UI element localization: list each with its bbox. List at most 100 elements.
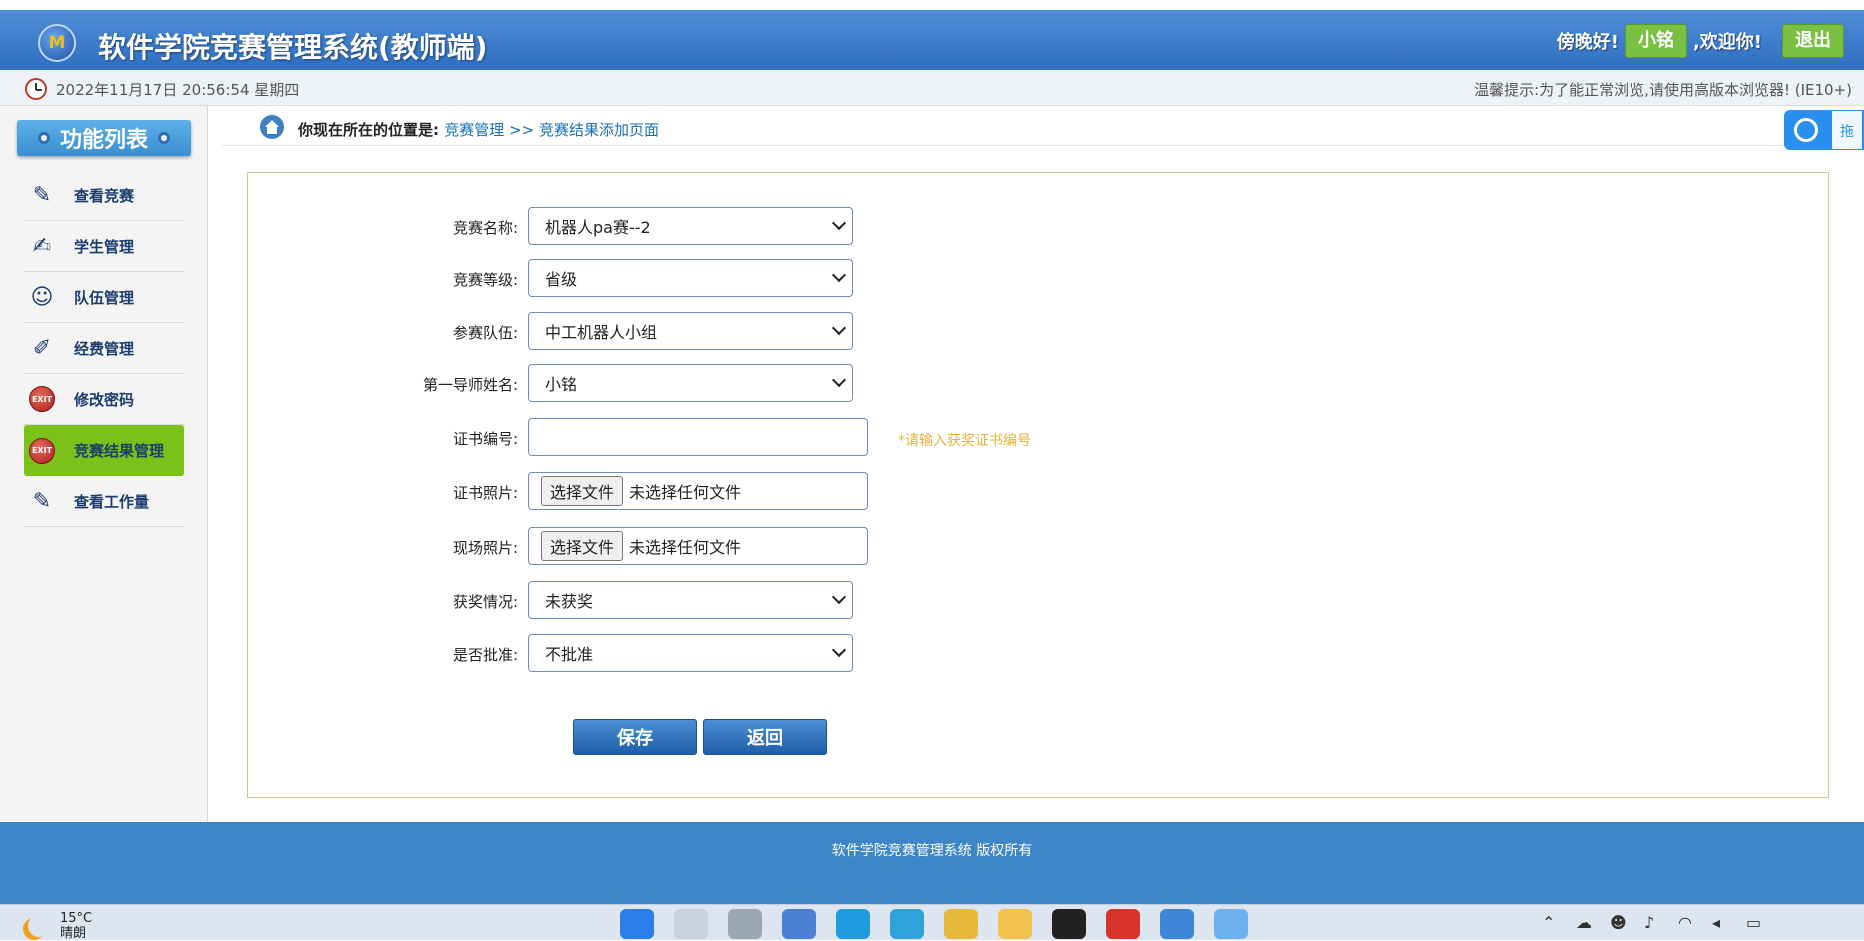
site-photo-status: 未选择任何文件 xyxy=(629,538,742,557)
back-button[interactable]: 返回 xyxy=(703,719,827,755)
site-photo-label: 现场照片: xyxy=(452,539,518,557)
sidebar-item-label: 竞赛结果管理 xyxy=(74,442,165,460)
greeting-text: 傍晚好! xyxy=(1556,32,1619,53)
title-dot-left-icon xyxy=(37,132,50,144)
browser-tip: 温馨提示:为了能正常浏览,请使用高版本浏览器! (IE10+) xyxy=(1474,81,1852,99)
wifi-icon[interactable]: ◠ xyxy=(1678,913,1696,932)
user-name-badge[interactable]: 小铭 xyxy=(1624,24,1687,58)
qq-icon[interactable]: ☻ xyxy=(1610,913,1628,932)
cloud-icon xyxy=(1794,118,1818,142)
edit-notebook-icon: ✐ xyxy=(32,335,52,361)
weather-widget[interactable]: 15°C 晴朗 xyxy=(24,911,92,941)
sidebar-item-change-password[interactable]: EXIT 修改密码 xyxy=(24,374,184,425)
logo-letter: M xyxy=(48,33,66,53)
award-value: 未获奖 xyxy=(545,592,594,611)
floating-helper-tab: 拖 xyxy=(1832,111,1862,149)
form-row-site-photo: 现场照片: 选择文件 未选择任何文件 xyxy=(248,527,1248,567)
result-add-form: 竞赛名称: 机器人pa赛--2 竞赛等级: 省级 参赛队伍: 中工机器人小组 第… xyxy=(247,172,1829,798)
taskbar-apps xyxy=(610,909,1258,939)
chevron-down-icon xyxy=(831,267,847,283)
wps-office-icon[interactable] xyxy=(1106,909,1140,939)
sidebar-item-label: 修改密码 xyxy=(74,390,135,409)
welcome-text: ,欢迎你! xyxy=(1692,32,1762,53)
breadcrumb-separator: >> xyxy=(504,121,539,139)
floating-helper-button[interactable]: 拖 xyxy=(1784,110,1864,150)
competition-level-select[interactable]: 省级 xyxy=(528,259,853,297)
sidebar-item-competition-results[interactable]: EXIT 竞赛结果管理 xyxy=(24,425,184,476)
task-view-icon[interactable] xyxy=(728,909,762,939)
first-advisor-label: 第一导师姓名: xyxy=(422,376,518,394)
search-icon[interactable] xyxy=(674,909,708,939)
form-row-certificate-photo: 证书照片: 选择文件 未选择任何文件 xyxy=(248,472,1248,512)
moon-icon xyxy=(28,915,50,937)
sidebar-item-view-competitions[interactable]: ✎ 查看竞赛 xyxy=(24,170,184,221)
sidebar-item-team-management[interactable]: ☺ 队伍管理 xyxy=(24,272,184,323)
breadcrumb-level2[interactable]: 竞赛结果添加页面 xyxy=(539,121,659,139)
sidebar-item-label: 学生管理 xyxy=(74,237,135,256)
certificate-no-input[interactable] xyxy=(528,418,868,456)
certificate-photo-choose-button[interactable]: 选择文件 xyxy=(541,476,624,506)
site-photo-file-input[interactable]: 选择文件 未选择任何文件 xyxy=(528,527,868,565)
system-tray: ⌃ ☁ ☻ ♪ ◠ ◂ ▭ xyxy=(1542,913,1764,932)
site-photo-choose-button[interactable]: 选择文件 xyxy=(541,531,624,561)
certificate-photo-label: 证书照片: xyxy=(452,484,518,502)
app-icon[interactable] xyxy=(782,909,816,939)
certificate-photo-file-input[interactable]: 选择文件 未选择任何文件 xyxy=(528,472,868,510)
volume-icon[interactable]: ◂ xyxy=(1712,913,1730,932)
competition-name-select[interactable]: 机器人pa赛--2 xyxy=(528,207,853,245)
save-button[interactable]: 保存 xyxy=(573,719,697,755)
form-row-team: 参赛队伍: 中工机器人小组 xyxy=(248,312,1248,352)
sidebar-item-student-management[interactable]: ✍ 学生管理 xyxy=(24,221,184,272)
floating-helper-label: 拖 xyxy=(1840,124,1854,140)
microphone-icon[interactable]: ♪ xyxy=(1644,913,1662,932)
exit-badge: EXIT xyxy=(29,437,55,464)
team-select[interactable]: 中工机器人小组 xyxy=(528,312,853,350)
app-header: M 软件学院竞赛管理系统(教师端) 傍晚好! 小铭 ,欢迎你! 退出 xyxy=(0,10,1864,70)
certificate-no-label: 证书编号: xyxy=(452,430,518,448)
battery-icon[interactable]: ▭ xyxy=(1746,913,1764,932)
sidebar-menu: ✎ 查看竞赛 ✍ 学生管理 ☺ 队伍管理 ✐ 经费管理 EXIT 修改密码 EX… xyxy=(24,170,184,527)
clock-icon xyxy=(25,78,47,100)
chrome-browser-icon[interactable] xyxy=(944,909,978,939)
logout-button[interactable]: 退出 xyxy=(1782,24,1844,58)
exit-icon: EXIT xyxy=(24,434,60,468)
intellij-icon[interactable] xyxy=(1052,909,1086,939)
app-logo: M xyxy=(38,24,76,62)
competition-level-label: 竞赛等级: xyxy=(452,271,518,289)
windows-start-icon[interactable] xyxy=(620,909,654,939)
file-explorer-icon[interactable] xyxy=(998,909,1032,939)
sidebar-item-funding-management[interactable]: ✐ 经费管理 xyxy=(24,323,184,374)
ie-browser-icon[interactable] xyxy=(890,909,924,939)
certificate-no-hint: *请输入获奖证书编号 xyxy=(898,433,1031,449)
approved-select[interactable]: 不批准 xyxy=(528,634,853,672)
home-icon[interactable] xyxy=(260,115,284,139)
form-row-competition-name: 竞赛名称: 机器人pa赛--2 xyxy=(248,207,1248,247)
cloud-sync-icon[interactable]: ☁ xyxy=(1576,913,1594,932)
footer: 软件学院竞赛管理系统 版权所有 xyxy=(0,822,1864,904)
form-row-approved: 是否批准: 不批准 xyxy=(248,634,1248,674)
breadcrumb-level1[interactable]: 竞赛管理 xyxy=(444,121,504,139)
cloud-app-icon[interactable] xyxy=(1214,909,1248,939)
edge-browser-icon[interactable] xyxy=(836,909,870,939)
student-chart-icon: ✍ xyxy=(32,233,52,259)
form-row-first-advisor: 第一导师姓名: 小铭 xyxy=(248,364,1248,404)
first-advisor-value: 小铭 xyxy=(545,375,578,394)
sidebar-item-view-workload[interactable]: ✎ 查看工作量 xyxy=(24,476,184,527)
competition-name-label: 竞赛名称: xyxy=(452,219,518,237)
app-title: 软件学院竞赛管理系统(教师端) xyxy=(98,31,488,64)
chevron-up-icon[interactable]: ⌃ xyxy=(1542,913,1560,932)
user-greeting: 傍晚好! 小铭 ,欢迎你! 退出 xyxy=(1551,24,1844,58)
os-taskbar: 15°C 晴朗 ⌃ ☁ ☻ ♪ ◠ ◂ ▭ xyxy=(0,904,1864,941)
competition-name-value: 机器人pa赛--2 xyxy=(545,218,651,237)
approved-value: 不批准 xyxy=(545,645,594,664)
first-advisor-select[interactable]: 小铭 xyxy=(528,364,853,402)
approved-label: 是否批准: xyxy=(452,646,518,664)
photos-icon[interactable] xyxy=(1160,909,1194,939)
team-label: 参赛队伍: xyxy=(452,324,518,342)
award-select[interactable]: 未获奖 xyxy=(528,581,853,619)
pencil-book-icon: ✎ xyxy=(32,182,52,208)
window-top-strip xyxy=(0,0,1864,10)
info-bar: 2022年11月17日 20:56:54 星期四 温馨提示:为了能正常浏览,请使… xyxy=(0,70,1864,106)
form-row-certificate-no: 证书编号: *请输入获奖证书编号 xyxy=(248,418,1248,458)
weather-text: 15°C 晴朗 xyxy=(60,911,92,941)
